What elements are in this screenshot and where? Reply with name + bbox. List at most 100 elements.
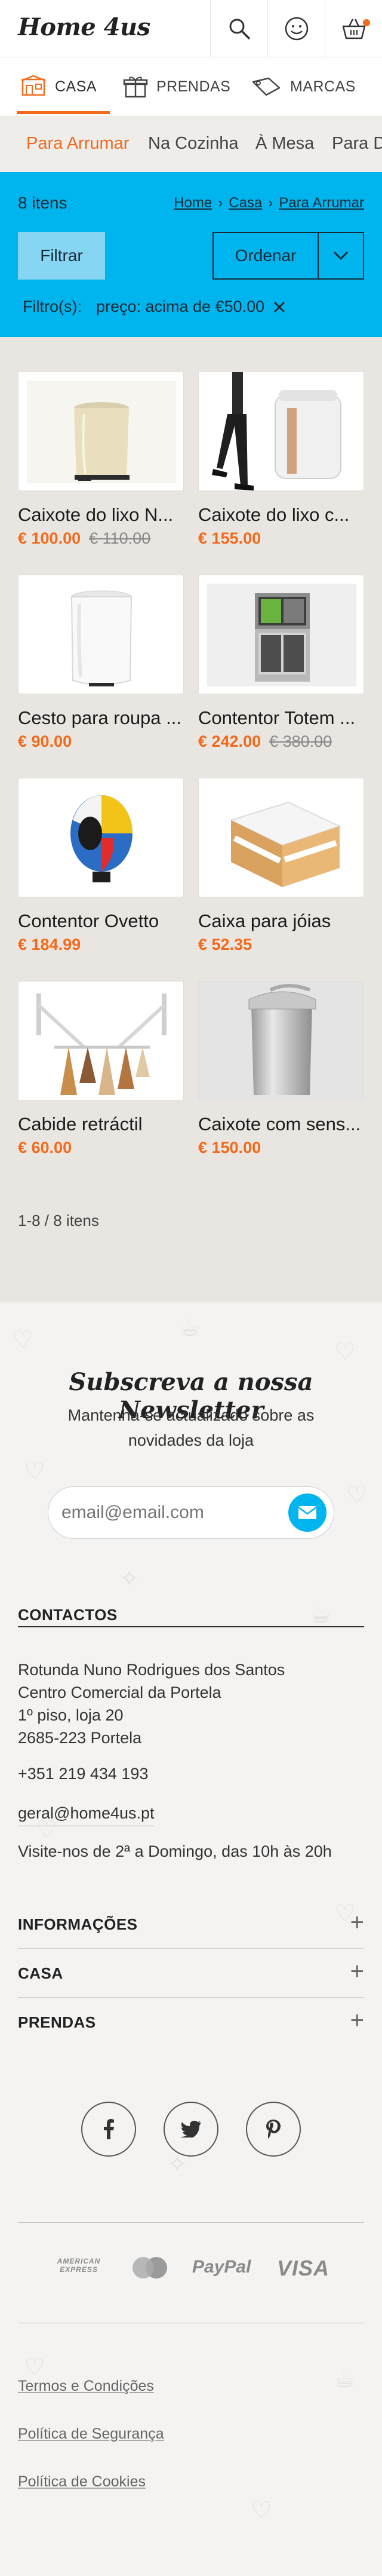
tab-marcas[interactable]: MARCAS: [251, 58, 356, 115]
product-image[interactable]: [198, 778, 364, 897]
product-name[interactable]: Caixote do lixo N...: [18, 504, 184, 526]
product-image[interactable]: [198, 575, 364, 694]
tab-casa[interactable]: CASA: [20, 58, 97, 115]
search-button[interactable]: [210, 0, 267, 57]
contacts-email-link[interactable]: geral@home4us.pt: [18, 1802, 155, 1826]
product-card[interactable]: Cesto para roupa ... € 90.00: [18, 575, 184, 751]
product-image[interactable]: [198, 372, 364, 491]
product-price: € 150.00: [198, 1139, 261, 1157]
site-header: Home 4us: [0, 0, 382, 57]
product-card[interactable]: Contentor Ovetto € 184.99: [18, 778, 184, 954]
address-line: 2685-223 Portela: [18, 1729, 142, 1747]
product-name[interactable]: Contentor Ovetto: [18, 910, 184, 932]
newsletter-submit-button[interactable]: [288, 1494, 326, 1532]
facebook-button[interactable]: [81, 2102, 136, 2157]
search-icon: [229, 19, 250, 39]
item-count: 8 itens: [18, 194, 67, 212]
product-card[interactable]: Caixote com sens... € 150.00: [198, 981, 364, 1157]
product-image[interactable]: [18, 981, 184, 1100]
decorative-cup-icon: ☕: [310, 1602, 332, 1628]
decorative-heart-icon: ♡: [346, 1482, 368, 1508]
breadcrumb-casa[interactable]: Casa: [229, 195, 262, 211]
tab-prendas[interactable]: PRENDAS: [123, 58, 230, 115]
decorative-heart-icon: ♡: [334, 1339, 356, 1365]
plus-icon: +: [350, 2007, 364, 2034]
accordion-label: INFORMAÇÕES: [18, 1915, 138, 1933]
product-image[interactable]: [18, 575, 184, 694]
active-filters: Filtro(s): preço: acima de €50.00: [23, 298, 286, 316]
amex-logo: AMERICAN EXPRESS: [57, 2257, 101, 2274]
breadcrumb-home[interactable]: Home: [174, 195, 212, 211]
breadcrumb-separator: ›: [268, 195, 273, 211]
product-price: € 90.00: [18, 732, 72, 750]
site-logo[interactable]: Home 4us: [18, 13, 150, 41]
chevron-down-icon[interactable]: [319, 233, 363, 278]
product-card[interactable]: Caixote do lixo c... € 155.00: [198, 372, 364, 548]
sort-dropdown[interactable]: Ordenar: [212, 232, 364, 280]
accordion-informacoes[interactable]: INFORMAÇÕES +: [18, 1900, 364, 1949]
subcategory-strip: Para Arrumar Na Cozinha À Mesa Para D: [0, 116, 382, 172]
cookie-policy-link[interactable]: Política de Cookies: [18, 2473, 146, 2491]
product-image[interactable]: [18, 778, 184, 897]
product-image[interactable]: [198, 981, 364, 1100]
pinterest-button[interactable]: [246, 2102, 301, 2157]
accordion-prendas[interactable]: PRENDAS +: [18, 1998, 364, 2047]
accordion-label: CASA: [18, 1964, 63, 1982]
newsletter-email-input[interactable]: [61, 1498, 264, 1528]
twitter-button[interactable]: [164, 2102, 218, 2157]
active-filter-value: preço: acima de €50.00: [96, 298, 265, 315]
security-policy-link[interactable]: Política de Segurança: [18, 2425, 164, 2443]
contacts-address: Rotunda Nuno Rodrigues dos Santos Centro…: [18, 1658, 285, 1749]
subcategory-item[interactable]: Na Cozinha: [148, 134, 239, 154]
footer-divider: [18, 2222, 364, 2223]
product-name[interactable]: Contentor Totem ...: [198, 707, 364, 729]
product-name[interactable]: Caixote do lixo c...: [198, 504, 364, 526]
product-card[interactable]: Caixote do lixo N... € 100.00 € 110.00: [18, 372, 184, 548]
accordion-label: PRENDAS: [18, 2013, 96, 2031]
product-name[interactable]: Cesto para roupa ...: [18, 707, 184, 729]
subcategory-item[interactable]: À Mesa: [255, 134, 314, 154]
contacts-divider: [18, 1626, 364, 1627]
accordion-casa[interactable]: CASA +: [18, 1949, 364, 1998]
main-nav: CASA PRENDAS MARCAS: [0, 58, 382, 115]
paypal-logo: PayPal: [192, 2257, 251, 2277]
newsletter-form: [48, 1486, 334, 1539]
product-name[interactable]: Caixote com sens...: [198, 1114, 364, 1135]
newsletter-subtitle: Mantenha-se actualizado sobre as novidad…: [67, 1406, 315, 1449]
envelope-icon: [298, 1506, 317, 1519]
product-card[interactable]: Contentor Totem ... € 242.00 € 380.00: [198, 575, 364, 751]
address-line: Centro Comercial da Portela: [18, 1683, 221, 1701]
product-card[interactable]: Cabide retráctil € 60.00: [18, 981, 184, 1157]
decorative-heart-icon: ♡: [24, 1458, 45, 1485]
site-footer: ♡ ♡ ☕ ♡ ♡ ✧ ☕ ♡ ♡ ✧ ♡ ☕ ♡ Subscreva a no…: [0, 1302, 382, 2576]
facebook-icon: [104, 2119, 114, 2139]
product-image[interactable]: [18, 372, 184, 491]
product-price: € 100.00: [18, 529, 81, 547]
product-grid: Caixote do lixo N... € 100.00 € 110.00 C…: [0, 337, 382, 1302]
breadcrumb-current[interactable]: Para Arrumar: [279, 195, 364, 211]
product-price: € 52.35: [198, 936, 252, 953]
terms-link[interactable]: Termos e Condições: [18, 2378, 154, 2395]
product-name[interactable]: Cabide retráctil: [18, 1114, 184, 1135]
mastercard-logo: [129, 2256, 171, 2283]
decorative-heart-icon: ♡: [12, 1327, 33, 1353]
listing-toolbar: 8 itens Home › Casa › Para Arrumar Filtr…: [0, 172, 382, 337]
product-card[interactable]: Caixa para jóias € 52.35: [198, 778, 364, 954]
account-button[interactable]: [267, 0, 325, 57]
subcategory-item[interactable]: Para D: [332, 134, 382, 154]
house-icon: [21, 75, 46, 96]
contacts-phone[interactable]: +351 219 434 193: [18, 1762, 148, 1785]
tab-casa-label: CASA: [55, 78, 97, 95]
plus-icon: +: [350, 1958, 364, 1985]
remove-filter-close-icon[interactable]: [273, 300, 286, 314]
product-price: € 155.00: [198, 529, 261, 547]
decorative-star-icon: ✧: [119, 1566, 140, 1592]
subcategory-item[interactable]: Para Arrumar: [26, 134, 129, 154]
filter-button[interactable]: Filtrar: [18, 232, 105, 280]
product-name[interactable]: Caixa para jóias: [198, 910, 364, 932]
contacts-title: CONTACTOS: [18, 1606, 118, 1624]
tab-marcas-label: MARCAS: [290, 78, 356, 95]
active-tab-indicator: [17, 111, 110, 114]
sort-label: Ordenar: [235, 246, 297, 265]
basket-button[interactable]: [325, 0, 382, 57]
